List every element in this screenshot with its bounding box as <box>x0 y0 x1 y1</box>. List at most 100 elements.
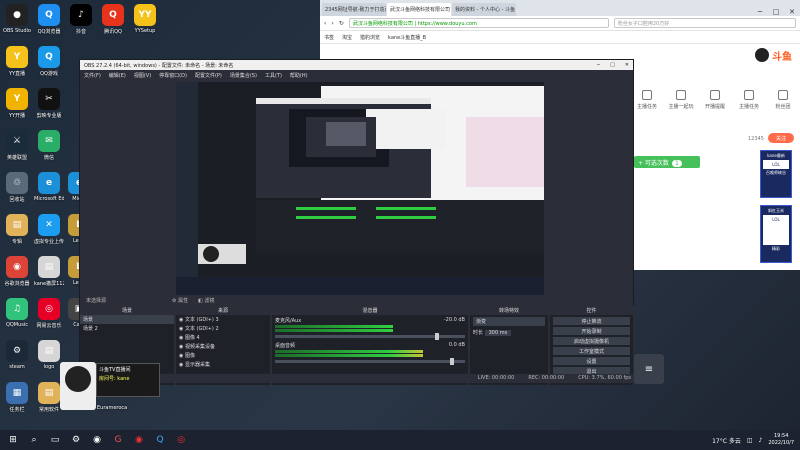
menu-scene-collection[interactable]: 场景集合(S) <box>230 72 257 79</box>
volume-icon[interactable]: ♪ <box>759 437 763 444</box>
menu-view[interactable]: 视图(V) <box>134 72 151 79</box>
desktop-icon[interactable]: ✂ 剪映专业版 <box>34 88 64 119</box>
desktop-icon[interactable]: YY YYSetup <box>130 4 160 34</box>
minimize-icon[interactable]: ─ <box>597 62 600 68</box>
browser-tab[interactable]: 2345网址导航-致力于打造百年品牌 <box>322 3 386 16</box>
douyu-logo[interactable]: 斗鱼 <box>755 48 792 63</box>
app-icon[interactable]: ◎ <box>173 433 189 447</box>
close-icon[interactable]: ✕ <box>625 62 629 68</box>
start-recording-button[interactable]: 开始录制 <box>553 327 630 335</box>
eye-icon[interactable]: ◉ <box>179 362 183 368</box>
eye-icon[interactable]: ◉ <box>179 326 183 332</box>
desktop-icon[interactable]: e Microsoft Edge <box>34 172 64 202</box>
eye-icon[interactable]: ◉ <box>179 335 183 341</box>
desktop-icon[interactable]: Q 腾讯QQ <box>98 4 128 35</box>
browser-tab-active[interactable]: 武汉斗鱼网络科技有限公司 <box>387 3 451 16</box>
eye-icon[interactable]: ◉ <box>179 317 183 323</box>
desktop-icon[interactable]: ♪ 抖音 <box>66 4 96 35</box>
desktop-icon[interactable]: ✉ 微信 <box>34 130 64 161</box>
menu-file[interactable]: 文件(F) <box>84 72 101 79</box>
tool-play[interactable]: 主播一起玩 <box>667 90 695 110</box>
desktop-icon[interactable]: Q QQ游戏 <box>34 46 64 77</box>
search-input[interactable]: 粉丝女子口腔用20万好 <box>613 18 796 28</box>
steam-icon[interactable]: ⚙ <box>68 433 84 447</box>
tool-task-2[interactable]: 主播任务 <box>735 90 763 110</box>
studio-mode-button[interactable]: 工作室模式 <box>553 347 630 355</box>
menu-tools[interactable]: 工具(T) <box>265 72 282 79</box>
refresh-icon[interactable]: ↻ <box>339 20 344 27</box>
desktop-icon-label: 专辑 <box>11 239 22 245</box>
menu-icon[interactable]: ≡ <box>634 354 664 384</box>
duration-input[interactable]: 300 ms <box>484 330 512 336</box>
promo-card[interactable]: 斜杠玉米 LOL 精彩 <box>760 205 792 263</box>
browser-tab[interactable]: 我的资料 - 个人中心 - 斗鱼 <box>452 3 516 16</box>
desktop-icon[interactable]: Y YY开播 <box>2 88 32 119</box>
tool-fans[interactable]: 粉丝团 <box>769 90 797 110</box>
app-icon: ✂ <box>38 88 60 110</box>
task-view-icon[interactable]: ▭ <box>47 433 63 447</box>
settings-button[interactable]: 设置 <box>553 357 630 365</box>
netease-icon[interactable]: ◉ <box>131 433 147 447</box>
desktop-icon[interactable]: ♫ QQMusic <box>2 298 32 328</box>
filters-button[interactable]: ◧ 滤镜 <box>198 297 214 304</box>
scene-item[interactable]: 场景 2 <box>80 324 174 333</box>
source-item[interactable]: ◉ 图像 4 <box>176 333 270 342</box>
eye-icon[interactable]: ◉ <box>179 344 183 350</box>
stop-stream-button[interactable]: 停止推流 <box>553 317 630 325</box>
promo-card[interactable]: kane最新 LOL 召唤师峡谷 <box>760 150 792 198</box>
maximize-icon[interactable]: □ <box>610 62 615 68</box>
desktop-icon[interactable]: ⚙ steam <box>2 340 32 370</box>
desktop-icon[interactable]: ▤ kane撤屏1128 <box>34 256 64 287</box>
follow-count-button[interactable]: + 可选次数 1 <box>634 156 700 168</box>
virtual-camera-button[interactable]: 启动虚拟摄像机 <box>553 337 630 345</box>
qq-browser-icon[interactable]: Q <box>152 433 168 447</box>
follow-heart-button[interactable]: 关注 <box>768 133 794 143</box>
volume-slider[interactable] <box>275 333 465 340</box>
desktop-icon[interactable]: ♲ 回收站 <box>2 172 32 203</box>
desktop-icon[interactable]: ● OBS Studio <box>2 4 32 34</box>
bookmark-item[interactable]: 猎豹浏览 <box>360 34 380 41</box>
clock[interactable]: 19:54 2022/10/7 <box>768 433 794 447</box>
desktop-icon[interactable]: ⚔ 英雄联盟 <box>2 130 32 161</box>
back-icon[interactable]: ‹ <box>324 20 326 27</box>
menu-docks[interactable]: 停靠窗口(D) <box>159 72 187 79</box>
desktop-icon[interactable]: ◎ 网易云音乐 <box>34 298 64 329</box>
desktop-icon[interactable]: ✕ 虚拟专业上传器 <box>34 214 64 245</box>
url-input[interactable]: 武汉斗鱼网络科技有限公司 | https://www.douyu.com <box>348 18 609 28</box>
desktop-icon-label: steam <box>9 364 25 370</box>
game-icon[interactable]: G <box>110 433 126 447</box>
volume-slider[interactable] <box>275 358 465 365</box>
transition-select[interactable]: 渐变 <box>473 317 545 326</box>
weather-text[interactable]: 17°C 多云 <box>712 436 741 445</box>
minimize-icon[interactable]: ─ <box>752 8 768 16</box>
scene-item[interactable]: 场景 <box>80 315 174 324</box>
source-item[interactable]: ◉ 文本 (GDI+) 2 <box>176 324 270 333</box>
source-item[interactable]: ◉ 文本 (GDI+) 3 <box>176 315 270 324</box>
tool-task[interactable]: 主播任务 <box>633 90 661 110</box>
menu-profile[interactable]: 配置文件(P) <box>195 72 222 79</box>
forward-icon[interactable]: › <box>331 20 333 27</box>
desktop-icon[interactable]: Y YY直播 <box>2 46 32 77</box>
network-icon[interactable]: ◫ <box>747 437 753 444</box>
source-item[interactable]: ◉ 显示器采集 <box>176 360 270 369</box>
search-icon[interactable]: ⌕ <box>26 433 42 447</box>
source-item[interactable]: ◉ 图像 <box>176 351 270 360</box>
bookmark-item[interactable]: kane斗鱼直播_B <box>388 34 426 41</box>
desktop-icon[interactable]: ▦ 任务栏 <box>2 382 32 413</box>
start-icon[interactable]: ⊞ <box>5 433 21 447</box>
bookmark-item[interactable]: 书签 <box>324 34 334 41</box>
close-icon[interactable]: ✕ <box>784 8 800 16</box>
tool-notify[interactable]: 开播提醒 <box>701 90 729 110</box>
source-item[interactable]: ◉ 视频采集设备 <box>176 342 270 351</box>
menu-help[interactable]: 帮助(H) <box>290 72 308 79</box>
menu-edit[interactable]: 编辑(E) <box>109 72 126 79</box>
maximize-icon[interactable]: □ <box>768 8 784 16</box>
desktop-icon[interactable]: ▤ 专辑 <box>2 214 32 245</box>
desktop-icon[interactable]: Q QQ浏览器 <box>34 4 64 35</box>
desktop-icon[interactable]: ◉ 谷歌浏览器 <box>2 256 32 287</box>
eye-icon[interactable]: ◉ <box>179 353 183 359</box>
bookmark-item[interactable]: 淘宝 <box>342 34 352 41</box>
obs-preview-canvas[interactable] <box>176 82 544 295</box>
properties-button[interactable]: ⚙ 属性 <box>172 297 188 304</box>
obs-icon[interactable]: ◉ <box>89 433 105 447</box>
